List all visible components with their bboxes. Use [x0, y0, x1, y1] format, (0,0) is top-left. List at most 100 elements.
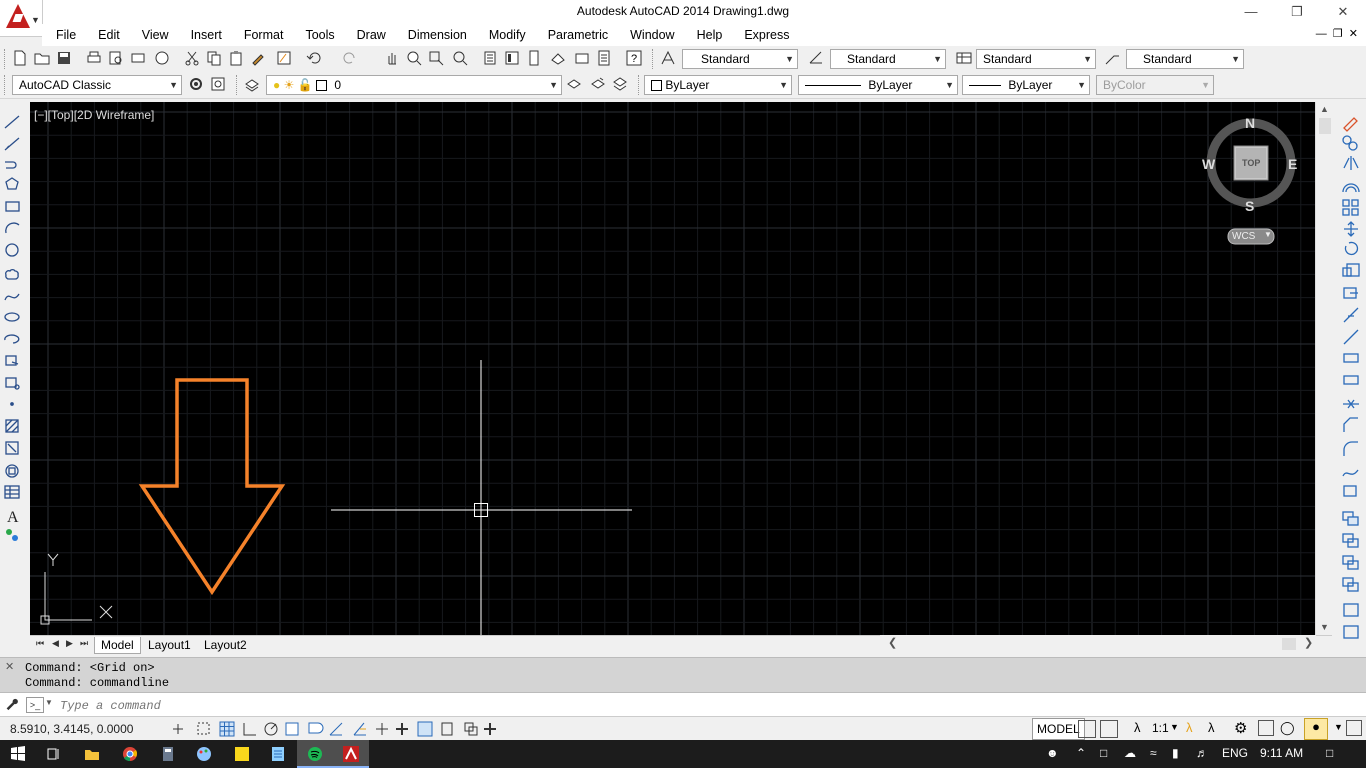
undo-icon[interactable]: [306, 50, 322, 66]
snap-mode-icon[interactable]: [197, 722, 210, 735]
coordinates-readout[interactable]: 8.5910, 3.4145, 0.0000: [10, 722, 133, 736]
toolbar-grip[interactable]: [4, 75, 8, 95]
menu-insert[interactable]: Insert: [180, 24, 233, 46]
join-icon[interactable]: [1343, 399, 1359, 409]
toolbar-grip[interactable]: [236, 75, 240, 95]
plot-icon[interactable]: [86, 50, 102, 66]
region-icon[interactable]: [5, 464, 19, 478]
viewcube-west-label[interactable]: W: [1202, 156, 1215, 172]
quick-view-layouts-icon[interactable]: [1078, 720, 1096, 738]
text-style-select[interactable]: Standard ▼: [682, 49, 798, 69]
scroll-right-icon[interactable]: ❯: [1304, 636, 1313, 649]
tab-layout1[interactable]: Layout1: [142, 637, 197, 653]
copy-object-icon[interactable]: [1342, 135, 1358, 151]
circle-icon[interactable]: [5, 243, 19, 257]
mirror-icon[interactable]: [1343, 156, 1359, 170]
previous-tab-icon[interactable]: ◀: [52, 638, 59, 649]
auto-scale-icon[interactable]: λ: [1208, 720, 1215, 735]
chamfer-icon[interactable]: [1343, 417, 1358, 432]
lineweight-select[interactable]: ByLayer ▼: [962, 75, 1090, 95]
calculator-icon[interactable]: [150, 740, 186, 768]
match-properties-icon[interactable]: [250, 50, 266, 66]
viewcube-south-label[interactable]: S: [1245, 198, 1254, 214]
tab-layout2[interactable]: Layout2: [198, 637, 253, 653]
insert-block-icon[interactable]: [5, 355, 19, 366]
explode-icon[interactable]: [1343, 485, 1357, 497]
transparency-icon[interactable]: [417, 721, 433, 737]
layer-properties-icon[interactable]: [244, 76, 260, 92]
chrome-icon[interactable]: [112, 740, 148, 768]
tab-model[interactable]: Model: [94, 637, 141, 654]
toolbar-lock-icon[interactable]: [1258, 720, 1274, 736]
text-to-front-icon[interactable]: [1342, 577, 1359, 592]
ellipse-arc-icon[interactable]: [4, 334, 20, 344]
rectangle-icon[interactable]: [5, 201, 20, 212]
paste-icon[interactable]: [228, 50, 244, 66]
spell-check-icon[interactable]: [1343, 625, 1359, 639]
volume-icon[interactable]: ♬: [1196, 746, 1208, 760]
multileader-style-select[interactable]: Standard ▼: [1126, 49, 1244, 69]
task-view-icon[interactable]: [36, 740, 72, 768]
menu-view[interactable]: View: [131, 24, 180, 46]
wifi-icon[interactable]: ≈: [1150, 746, 1157, 760]
linetype-select[interactable]: ByLayer ▼: [798, 75, 958, 95]
menu-dimension[interactable]: Dimension: [397, 24, 478, 46]
people-icon[interactable]: ☻: [1046, 746, 1059, 760]
tool-palettes-icon[interactable]: [526, 50, 542, 66]
fillet-icon[interactable]: [1343, 441, 1358, 456]
arc-icon[interactable]: [5, 222, 20, 234]
viewcube-east-label[interactable]: E: [1288, 156, 1297, 172]
minimize-icon[interactable]: —: [1228, 0, 1274, 24]
stretch-icon[interactable]: [1343, 287, 1358, 299]
dimension-style-icon[interactable]: [808, 50, 824, 66]
line-icon[interactable]: [4, 115, 20, 129]
battery-icon[interactable]: ▮: [1172, 746, 1179, 760]
break-at-point-icon[interactable]: [1343, 353, 1359, 363]
menu-format[interactable]: Format: [233, 24, 295, 46]
save-icon[interactable]: [56, 50, 72, 66]
quick-view-drawings-icon[interactable]: [1100, 720, 1118, 738]
viewcube-north-label[interactable]: N: [1245, 115, 1255, 131]
menu-help[interactable]: Help: [686, 24, 734, 46]
offset-icon[interactable]: [1342, 183, 1360, 193]
hardware-acceleration-icon[interactable]: ◯: [1280, 720, 1295, 736]
spotify-icon[interactable]: [297, 740, 333, 768]
move-icon[interactable]: [1344, 221, 1358, 237]
publish-icon[interactable]: [130, 50, 146, 66]
ortho-mode-icon[interactable]: [243, 723, 256, 736]
table-icon[interactable]: [4, 485, 20, 499]
find-text-icon[interactable]: [1343, 603, 1359, 617]
array-icon[interactable]: [1342, 199, 1359, 216]
make-current-layer-icon[interactable]: [566, 76, 582, 92]
make-block-icon[interactable]: [5, 377, 20, 390]
markup-set-icon[interactable]: [574, 50, 590, 66]
clock[interactable]: 9:11 AM: [1260, 746, 1303, 760]
clean-screen-icon[interactable]: [1346, 720, 1362, 736]
plot-preview-icon[interactable]: [108, 50, 124, 66]
command-input[interactable]: [58, 696, 1352, 716]
last-tab-icon[interactable]: ⏭: [80, 638, 88, 649]
scroll-left-icon[interactable]: ❮: [888, 636, 897, 649]
annotation-visibility-icon[interactable]: λ: [1186, 720, 1193, 735]
document-window-controls[interactable]: — ❐ ✕: [1298, 24, 1358, 44]
scroll-up-icon[interactable]: ▲: [1320, 104, 1329, 114]
object-snap-tracking-icon[interactable]: [329, 722, 343, 736]
add-selected-icon[interactable]: [6, 529, 18, 541]
toolbar-grip[interactable]: [638, 75, 642, 95]
polar-tracking-icon[interactable]: [264, 722, 278, 736]
construction-line-icon[interactable]: [4, 137, 20, 151]
gradient-icon[interactable]: [5, 441, 19, 455]
first-tab-icon[interactable]: ⏮: [36, 638, 44, 649]
rotate-icon[interactable]: [1344, 241, 1359, 256]
scale-icon[interactable]: [1342, 263, 1360, 277]
table-style-icon[interactable]: [956, 50, 972, 66]
dynamic-ucs-icon[interactable]: [353, 722, 366, 736]
layer-state-icon[interactable]: [612, 76, 628, 92]
hatch-icon[interactable]: [5, 419, 19, 433]
annotation-monitor-icon[interactable]: [484, 723, 496, 735]
menu-tools[interactable]: Tools: [294, 24, 345, 46]
close-icon[interactable]: ✕: [5, 660, 14, 673]
menu-window[interactable]: Window: [619, 24, 685, 46]
zoom-window-icon[interactable]: [428, 50, 444, 66]
draworder-icon[interactable]: [1342, 511, 1359, 526]
